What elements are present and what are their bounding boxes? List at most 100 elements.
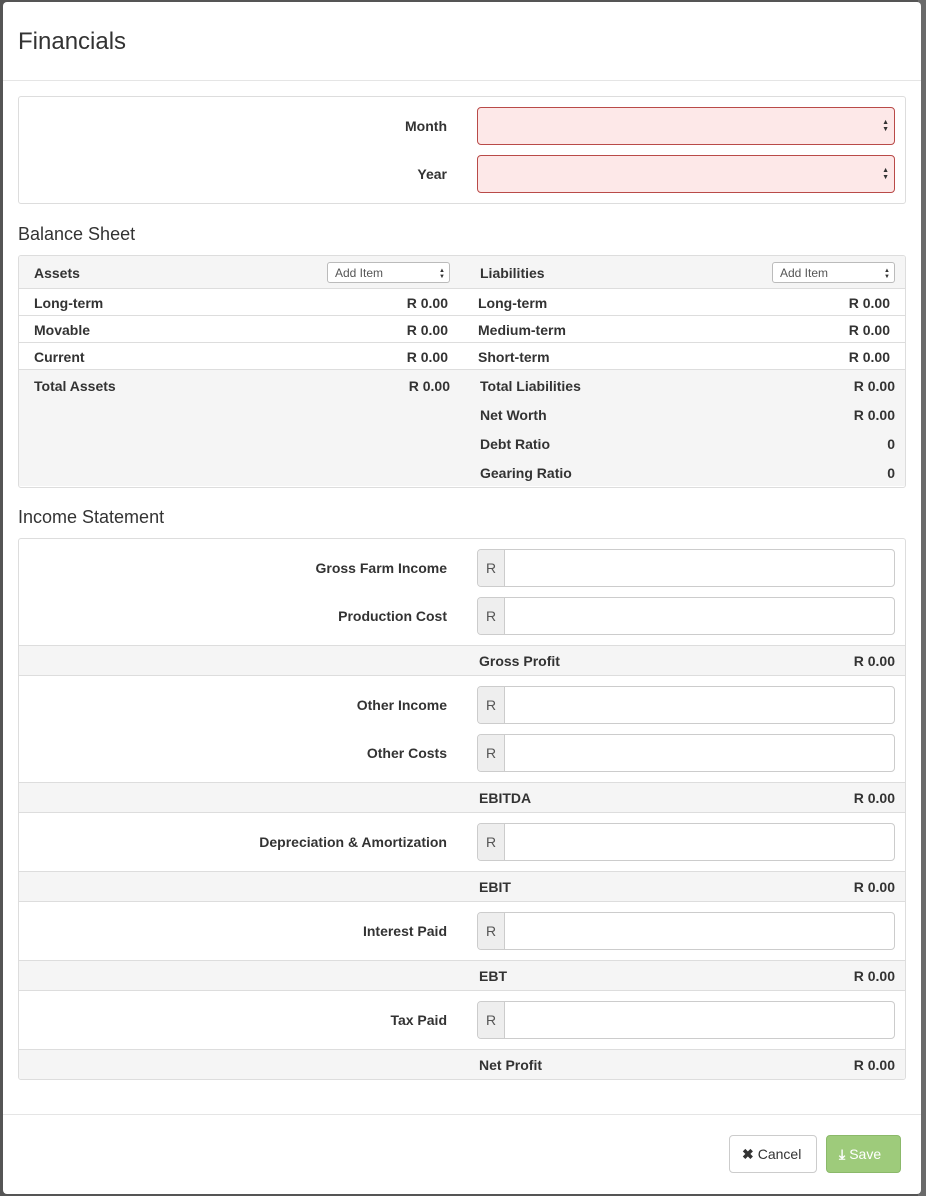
select-arrows-icon: ▲ ▼ [884, 268, 890, 280]
net-worth-label: Net Worth [480, 407, 547, 423]
other-input-group: Other Income R Other Costs R [19, 676, 905, 783]
gross-farm-income-input[interactable] [505, 550, 894, 586]
total-liabilities-label: Total Liabilities [480, 378, 581, 394]
gearing-ratio-label: Gearing Ratio [480, 465, 572, 481]
liability-value: R 0.00 [848, 295, 890, 311]
ebt-label: EBT [479, 968, 507, 984]
year-select[interactable]: ▲ ▼ [477, 155, 895, 193]
balance-sheet-header: Assets Add Item ▲ ▼ Liabilities Add Item … [19, 256, 905, 289]
total-assets-label: Total Assets [34, 378, 116, 394]
tax-paid-input-group: R [477, 1001, 895, 1039]
asset-label: Movable [34, 322, 91, 338]
year-label: Year [417, 166, 447, 182]
other-costs-input-group: R [477, 734, 895, 772]
currency-addon: R [478, 1002, 505, 1038]
production-cost-label: Production Cost [338, 608, 447, 624]
modal-footer: ✖ Cancel ⤓ Save [3, 1114, 921, 1194]
currency-addon: R [478, 913, 505, 949]
financials-modal: Financials Month ▲ ▼ Year ▲ ▼ Balance Shee… [3, 2, 921, 1194]
depreciation-input-group: Depreciation & Amortization R [19, 813, 905, 872]
ebitda-value: R 0.00 [853, 790, 895, 806]
income-input-group: Gross Farm Income R Production Cost R [19, 539, 905, 646]
other-income-input[interactable] [505, 687, 894, 723]
liability-value: R 0.00 [848, 349, 890, 365]
depreciation-input-group: R [477, 823, 895, 861]
ebitda-label: EBITDA [479, 790, 532, 806]
year-row: Year ▲ ▼ [19, 145, 905, 193]
add-item-label: Add Item [780, 266, 829, 280]
gross-profit-value: R 0.00 [853, 653, 895, 669]
currency-addon: R [478, 598, 505, 634]
liability-label: Medium-term [478, 322, 566, 338]
balance-row: Current R 0.00 Short-term R 0.00 [19, 343, 905, 370]
interest-paid-input-group: R [477, 912, 895, 950]
liabilities-header: Liabilities [480, 265, 545, 281]
period-panel: Month ▲ ▼ Year ▲ ▼ [18, 96, 906, 204]
other-income-row: Other Income R [19, 676, 905, 724]
gearing-ratio-value: 0 [887, 465, 895, 481]
gross-profit-row: Gross Profit R 0.00 [19, 646, 905, 676]
modal-title: Financials [18, 28, 127, 55]
tax-paid-label: Tax Paid [390, 1012, 447, 1028]
production-cost-input-group: R [477, 597, 895, 635]
debt-ratio-label: Debt Ratio [480, 436, 550, 452]
production-cost-input[interactable] [505, 598, 894, 634]
debt-ratio-value: 0 [887, 436, 895, 452]
asset-value: R 0.00 [406, 295, 448, 311]
interest-paid-row: Interest Paid R [19, 902, 905, 950]
cancel-label: Cancel [757, 1146, 802, 1162]
add-item-label: Add Item [335, 266, 384, 280]
income-statement-panel: Gross Farm Income R Production Cost R Gr… [18, 538, 906, 1080]
net-worth-value: R 0.00 [853, 407, 895, 423]
depreciation-label: Depreciation & Amortization [259, 834, 447, 850]
depreciation-input[interactable] [505, 824, 894, 860]
month-select[interactable]: ▲ ▼ [477, 107, 895, 145]
balance-sheet-panel: Assets Add Item ▲ ▼ Liabilities Add Item … [18, 255, 906, 488]
month-row: Month ▲ ▼ [19, 97, 905, 145]
total-liabilities-value: R 0.00 [853, 378, 895, 394]
save-label: Save [849, 1146, 882, 1162]
add-liability-item-select[interactable]: Add Item ▲ ▼ [772, 262, 895, 283]
other-costs-label: Other Costs [366, 745, 447, 761]
tax-paid-input[interactable] [505, 1002, 894, 1038]
asset-value: R 0.00 [406, 322, 448, 338]
select-arrows-icon: ▲ ▼ [882, 119, 889, 133]
gross-profit-label: Gross Profit [479, 653, 560, 669]
other-costs-row: Other Costs R [19, 724, 905, 772]
other-income-input-group: R [477, 686, 895, 724]
balance-row: Long-term R 0.00 Long-term R 0.00 [19, 289, 905, 316]
save-button[interactable]: ⤓ Save [826, 1135, 901, 1173]
asset-label: Long-term [34, 295, 104, 311]
gross-farm-income-input-group: R [477, 549, 895, 587]
interest-paid-input[interactable] [505, 913, 894, 949]
ebt-row: EBT R 0.00 [19, 961, 905, 991]
download-icon: ⤓ [839, 1146, 846, 1162]
asset-label: Current [34, 349, 85, 365]
asset-value: R 0.00 [406, 349, 448, 365]
net-profit-value: R 0.00 [853, 1057, 895, 1073]
cancel-button[interactable]: ✖ Cancel [729, 1135, 817, 1173]
ebt-value: R 0.00 [853, 968, 895, 984]
balance-sheet-summary: Total Assets R 0.00 Total Liabilities R … [19, 370, 905, 486]
currency-addon: R [478, 550, 505, 586]
interest-paid-label: Interest Paid [362, 923, 447, 939]
month-label: Month [405, 118, 447, 134]
close-icon: ✖ [742, 1146, 754, 1162]
ebit-label: EBIT [479, 879, 511, 895]
tax-input-group: Tax Paid R [19, 991, 905, 1050]
assets-header: Assets [34, 265, 80, 281]
balance-row: Movable R 0.00 Medium-term R 0.00 [19, 316, 905, 343]
add-asset-item-select[interactable]: Add Item ▲ ▼ [327, 262, 450, 283]
depreciation-row: Depreciation & Amortization R [19, 813, 905, 861]
gross-farm-income-label: Gross Farm Income [315, 560, 448, 576]
liability-label: Short-term [478, 349, 550, 365]
modal-header: Financials [3, 2, 921, 81]
production-cost-row: Production Cost R [19, 587, 905, 635]
other-costs-input[interactable] [505, 735, 894, 771]
tax-paid-row: Tax Paid R [19, 991, 905, 1039]
ebitda-row: EBITDA R 0.00 [19, 783, 905, 813]
ebit-value: R 0.00 [853, 879, 895, 895]
interest-input-group: Interest Paid R [19, 902, 905, 961]
balance-sheet-title: Balance Sheet [18, 224, 136, 244]
liability-label: Long-term [478, 295, 548, 311]
